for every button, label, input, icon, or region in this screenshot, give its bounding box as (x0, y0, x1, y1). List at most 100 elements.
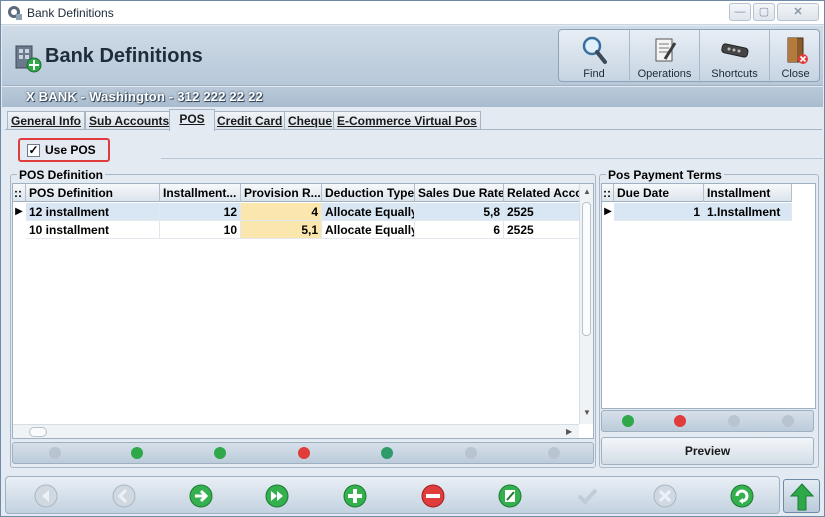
col-pos-definition[interactable]: POS Definition (26, 184, 160, 202)
scroll-down-icon[interactable]: ▼ (583, 408, 591, 417)
table-row[interactable]: ▶ 1 1.Installment (602, 203, 792, 221)
add-term-icon[interactable] (622, 415, 634, 427)
bank-info-bar: X BANK - Washington - 312 222 22 22 (2, 87, 823, 107)
last-page-button[interactable] (264, 483, 290, 509)
minimize-button[interactable]: — (729, 3, 751, 21)
cell-pos-definition[interactable]: 10 installment (26, 221, 160, 239)
use-pos-checkbox[interactable]: ✓ Use POS (18, 138, 110, 162)
pos-grid-vertical-scrollbar[interactable]: ▲ ▼ (579, 184, 593, 424)
refresh-button[interactable] (729, 483, 755, 509)
delete-row-icon[interactable] (298, 447, 310, 459)
cell-related-account[interactable]: 2525 (504, 203, 581, 221)
window-title: Bank Definitions (27, 6, 114, 20)
scroll-up-icon[interactable]: ▲ (583, 187, 591, 196)
cancel-icon (653, 484, 677, 508)
terms-grid-header: :: Due Date Installment (602, 184, 792, 202)
previous-icon (112, 484, 136, 508)
scroll-right-icon[interactable]: ▶ (566, 427, 572, 436)
cell-sales-due-rate[interactable]: 5,8 (415, 203, 504, 221)
col-installment[interactable]: Installment... (160, 184, 241, 202)
cell-sales-due-rate[interactable]: 6 (415, 221, 504, 239)
pos-definition-grid[interactable]: :: POS Definition Installment... Provisi… (12, 183, 594, 439)
cell-deduction-type[interactable]: Allocate Equally (322, 221, 415, 239)
edit-button[interactable] (497, 483, 523, 509)
find-label: Find (583, 68, 605, 80)
header-toolbox: Find Operations Shortcuts Close (558, 29, 821, 83)
magnifier-icon (582, 36, 607, 64)
first-record-icon[interactable] (49, 447, 61, 459)
first-icon (34, 484, 58, 508)
col-sales-due-rate[interactable]: Sales Due Rate (415, 184, 504, 202)
operations-button[interactable]: Operations (629, 30, 699, 83)
pos-payment-terms-grid[interactable]: :: Due Date Installment ▶ 1 1.Installmen… (601, 183, 816, 409)
maximize-button[interactable]: ▢ (753, 3, 775, 21)
scroll-to-top-button[interactable] (783, 479, 820, 513)
previous-button[interactable] (111, 483, 137, 509)
bottom-action-bar (5, 476, 780, 514)
cell-provision-rate[interactable]: 4 (241, 203, 322, 221)
edit-row-icon[interactable] (381, 447, 393, 459)
tab-sub-accounts[interactable]: Sub Accounts (85, 111, 174, 130)
col-provision-rate[interactable]: Provision R... (241, 184, 322, 202)
cell-installment[interactable]: 1.Installment (704, 203, 792, 221)
table-row[interactable]: 10 installment 10 5,1 Allocate Equally 6… (13, 221, 581, 239)
cell-deduction-type[interactable]: Allocate Equally (322, 203, 415, 221)
preview-button[interactable]: Preview (601, 437, 814, 465)
col-installment[interactable]: Installment (704, 184, 792, 202)
shortcuts-button[interactable]: Shortcuts (699, 30, 769, 83)
bank-info-text: X BANK - Washington - 312 222 22 22 (26, 89, 263, 104)
cell-installment[interactable]: 10 (160, 221, 241, 239)
bank-building-icon (15, 45, 42, 73)
cancel-row-icon[interactable] (548, 447, 560, 459)
pos-grid-horizontal-scrollbar[interactable]: ▶ (13, 424, 579, 438)
cell-related-account[interactable]: 2525 (504, 221, 581, 239)
cell-installment[interactable]: 12 (160, 203, 241, 221)
use-pos-check-mark[interactable]: ✓ (27, 144, 40, 157)
delete-button[interactable] (420, 483, 446, 509)
find-button[interactable]: Find (559, 30, 629, 83)
scroll-thumb[interactable] (29, 427, 47, 437)
window-close-button[interactable]: ✕ (777, 3, 819, 21)
col-deduction-type[interactable]: Deduction Type (322, 184, 415, 202)
grid-corner[interactable]: :: (13, 184, 26, 202)
close-button[interactable]: Close (769, 30, 821, 83)
door-close-icon (787, 37, 808, 64)
pos-payment-terms-title: Pos Payment Terms (606, 168, 724, 182)
next-button[interactable] (188, 483, 214, 509)
col-due-date[interactable]: Due Date (614, 184, 704, 202)
cell-due-date[interactable]: 1 (614, 203, 704, 221)
delete-term-icon[interactable] (674, 415, 686, 427)
title-bar: Bank Definitions — ▢ ✕ (1, 1, 824, 25)
current-row-indicator-icon: ▶ (604, 206, 612, 217)
first-page-button[interactable] (33, 483, 59, 509)
minus-icon (421, 484, 445, 508)
confirm-term-icon[interactable] (728, 415, 740, 427)
table-row[interactable]: ▶ 12 installment 12 4 Allocate Equally 5… (13, 203, 581, 221)
add-button[interactable] (342, 483, 368, 509)
operations-icon (655, 38, 676, 62)
cancel-button[interactable] (652, 483, 678, 509)
cell-pos-definition[interactable]: 12 installment (26, 203, 160, 221)
next-arrow-icon (189, 484, 213, 508)
tab-pos[interactable]: POS (169, 109, 215, 131)
next-record-icon[interactable] (131, 447, 143, 459)
save-button[interactable] (574, 483, 600, 509)
tab-ecommerce-virtual-pos[interactable]: E-Commerce Virtual Pos (333, 111, 481, 130)
tab-general-info[interactable]: General Info (7, 111, 86, 130)
add-row-icon[interactable] (214, 447, 226, 459)
grid-corner[interactable]: :: (602, 184, 614, 202)
refresh-icon (730, 484, 754, 508)
pos-definition-title: POS Definition (17, 168, 105, 182)
confirm-row-icon[interactable] (465, 447, 477, 459)
last-icon (265, 484, 289, 508)
cancel-term-icon[interactable] (782, 415, 794, 427)
bank-definitions-window: Bank Definitions — ▢ ✕ Bank Definitions … (0, 0, 825, 517)
tab-cheque[interactable]: Cheque (284, 111, 337, 130)
terms-grid-toolbar (601, 410, 814, 432)
use-pos-label: Use POS (45, 143, 96, 157)
scroll-thumb[interactable] (582, 202, 591, 336)
col-related-account[interactable]: Related Acco (504, 184, 581, 202)
cell-provision-rate[interactable]: 5,1 (241, 221, 322, 239)
tab-credit-card[interactable]: Credit Card (213, 111, 287, 130)
plus-icon (343, 484, 367, 508)
